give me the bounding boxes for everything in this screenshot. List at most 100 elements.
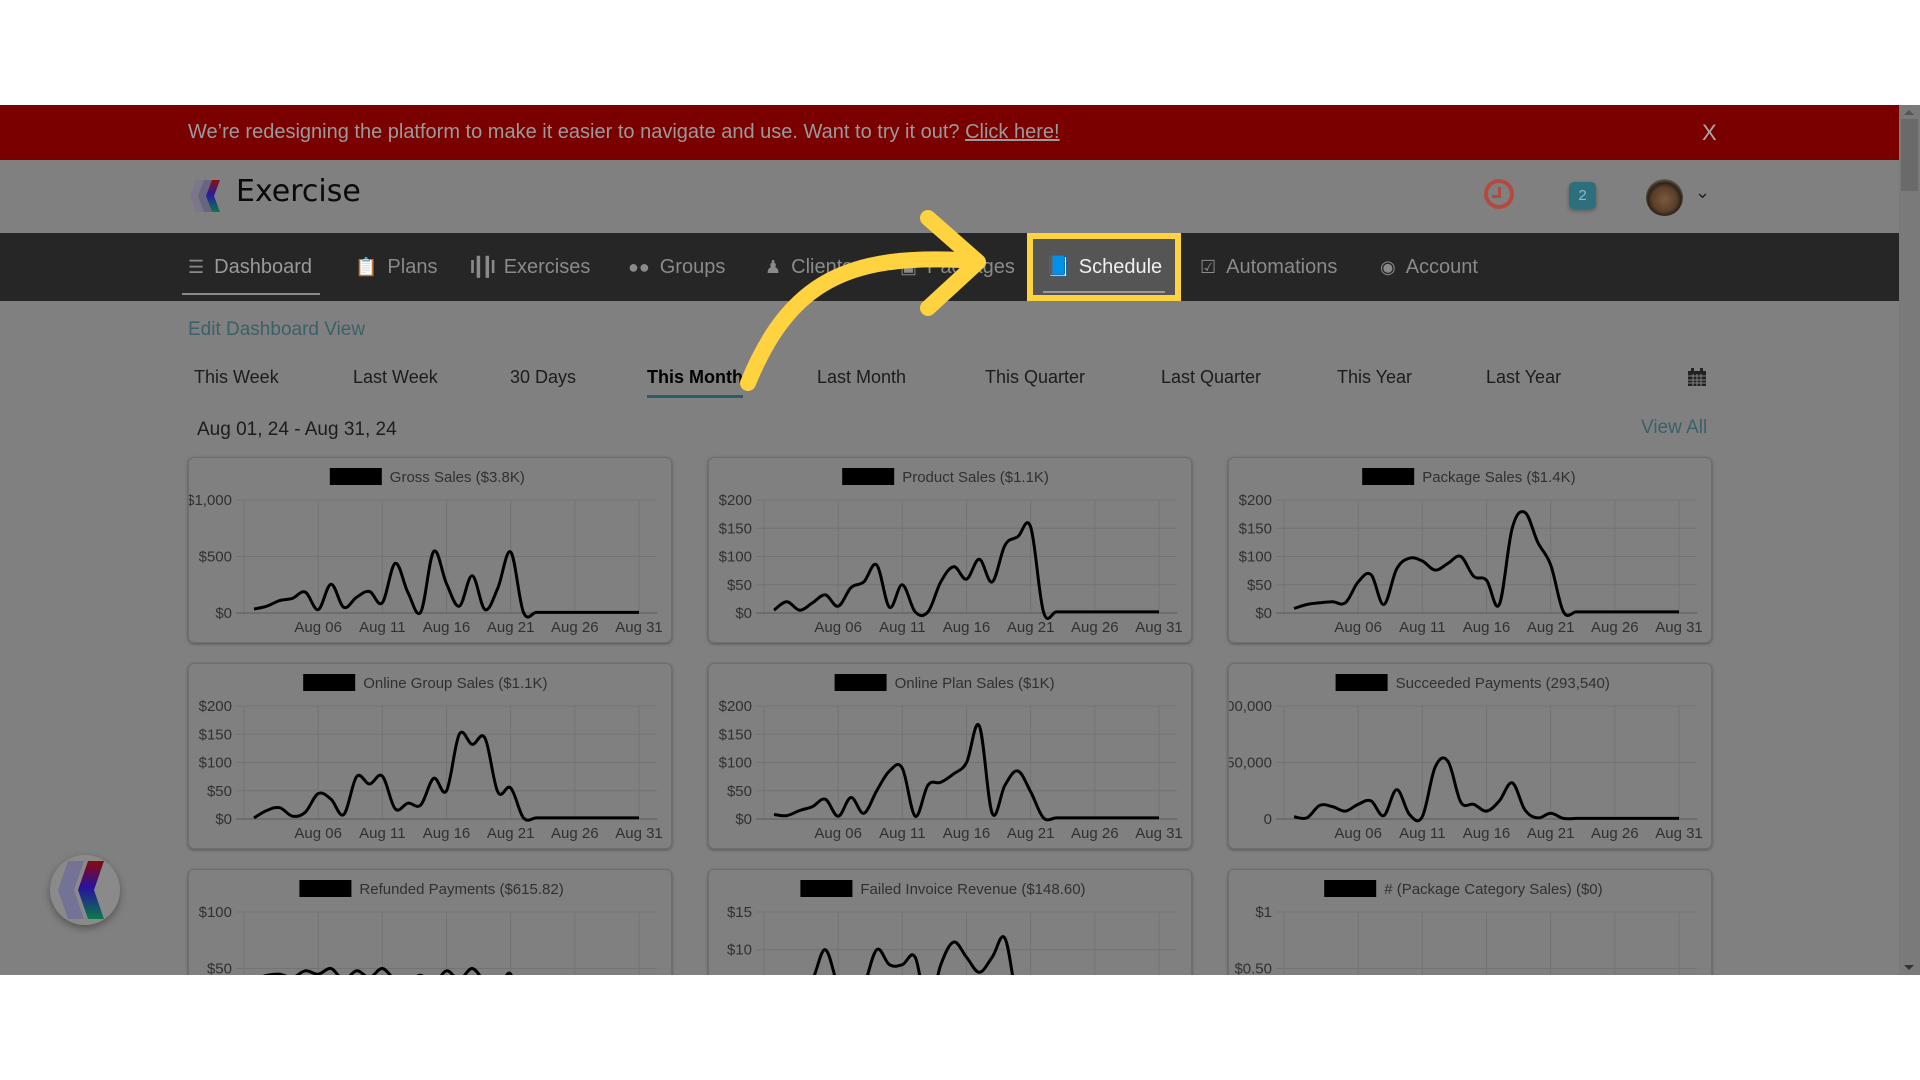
y-tick-label: $50 — [727, 783, 752, 800]
brand-logo-icon — [58, 861, 104, 919]
line-chart: Online Group Sales ($1.1K) $0 $50 $100 $150 $… — [199, 674, 663, 842]
y-tick-label: 100,000 — [1229, 698, 1272, 715]
x-tick-label: Aug 06 — [294, 825, 342, 842]
range-last-week[interactable]: Last Week — [353, 367, 438, 388]
y-tick-label: $0 — [735, 811, 752, 828]
chart-card: Product Sales ($1.1K) $0 $50 $100 $150 $200 Au… — [708, 457, 1192, 643]
clock-icon[interactable] — [1484, 179, 1514, 209]
y-tick-label: $0.50 — [1234, 961, 1272, 976]
x-tick-label: Aug 26 — [551, 825, 599, 842]
checkbox-icon: ☑ — [1200, 257, 1217, 277]
range-30-days[interactable]: 30 Days — [510, 367, 576, 388]
nav-label: Clients — [791, 256, 853, 278]
y-tick-label: $100 — [199, 755, 232, 772]
line-chart: Refunded Payments ($615.82) $50 $100 — [199, 880, 657, 975]
user-avatar[interactable] — [1646, 179, 1683, 216]
y-tick-label: $1,000 — [189, 492, 232, 509]
x-tick-label: Aug 21 — [1007, 619, 1055, 636]
user-circle-icon: ◉ — [1380, 257, 1396, 277]
chart-card: # (Package Category Sales) ($0) $0.50 $1 — [1228, 869, 1712, 975]
nav-item-exercises[interactable]: I┃┃I Exercises — [470, 233, 590, 301]
nav-item-automations[interactable]: ☑ Automations — [1200, 233, 1337, 301]
x-tick-label: Aug 06 — [294, 619, 342, 636]
nav-item-clients[interactable]: ♟ Clients — [765, 233, 852, 301]
line-chart: # (Package Category Sales) ($0) $0.50 $1 — [1234, 880, 1697, 976]
x-tick-label: Aug 16 — [1463, 825, 1511, 842]
users-icon: ●● — [628, 257, 650, 277]
banner-link[interactable]: Click here! — [965, 121, 1059, 143]
x-tick-label: Aug 31 — [615, 619, 663, 636]
x-tick-label: Aug 16 — [943, 619, 991, 636]
y-tick-label: $50 — [1247, 577, 1272, 594]
chart-card: Succeeded Payments (293,540) 0 50,000 100,0… — [1228, 663, 1712, 849]
nav-label: Plans — [387, 256, 438, 278]
vertical-scrollbar[interactable] — [1899, 105, 1920, 975]
range-this-month[interactable]: This Month — [647, 367, 743, 398]
legend-swatch — [800, 880, 853, 897]
y-tick-label: $500 — [199, 549, 232, 566]
nav-label: Packages — [927, 256, 1015, 278]
scroll-down-arrow[interactable] — [1904, 965, 1914, 970]
chevron-down-icon[interactable]: ⌄ — [1695, 182, 1710, 203]
y-tick-label: $50 — [727, 577, 752, 594]
nav-item-packages[interactable]: ▣ Packages — [900, 233, 1015, 301]
nav-item-schedule[interactable]: 📘 Schedule — [1027, 233, 1181, 301]
view-all-link[interactable]: View All — [1641, 417, 1707, 439]
legend-swatch — [1362, 468, 1415, 485]
chart-title: Failed Invoice Revenue ($148.60) — [860, 881, 1085, 898]
x-tick-label: Aug 16 — [943, 825, 991, 842]
nav-item-account[interactable]: ◉ Account — [1380, 233, 1478, 301]
legend-swatch — [303, 674, 356, 691]
range-last-month[interactable]: Last Month — [817, 367, 906, 388]
notification-badge[interactable]: 2 — [1569, 182, 1596, 209]
scroll-up-arrow[interactable] — [1904, 110, 1914, 115]
x-tick-label: Aug 31 — [615, 825, 663, 842]
line-chart: Succeeded Payments (293,540) 0 50,000 100,0… — [1229, 674, 1703, 842]
nav-item-dashboard[interactable]: ☰ Dashboard — [188, 233, 312, 301]
active-tab-indicator — [182, 293, 320, 295]
chart-card: Failed Invoice Revenue ($148.60) $10 $15 — [708, 869, 1192, 975]
x-tick-label: Aug 26 — [1071, 619, 1119, 636]
range-this-year[interactable]: This Year — [1337, 367, 1412, 388]
brand-name: Exercise — [236, 174, 361, 209]
scrollbar-thumb[interactable] — [1901, 119, 1918, 191]
chart-title: Succeeded Payments (293,540) — [1396, 675, 1610, 692]
x-tick-label: Aug 31 — [1655, 619, 1703, 636]
announcement-banner: We’re redesigning the platform to make i… — [0, 105, 1899, 160]
x-tick-label: Aug 11 — [879, 619, 925, 636]
y-tick-label: $100 — [719, 755, 752, 772]
range-this-week[interactable]: This Week — [194, 367, 279, 388]
selected-date-range: Aug 01, 24 - Aug 31, 24 — [197, 419, 397, 440]
y-tick-label: 0 — [1264, 811, 1272, 828]
nav-label: Account — [1405, 256, 1478, 278]
y-tick-label: $0 — [215, 811, 232, 828]
banner-message: We’re redesigning the platform to make i… — [188, 105, 1060, 160]
x-tick-label: Aug 21 — [1007, 825, 1055, 842]
legend-swatch — [1335, 674, 1388, 691]
edit-dashboard-link[interactable]: Edit Dashboard View — [188, 319, 365, 341]
x-tick-label: Aug 11 — [1399, 619, 1445, 636]
range-last-quarter[interactable]: Last Quarter — [1161, 367, 1261, 388]
range-this-quarter[interactable]: This Quarter — [985, 367, 1085, 388]
legend-swatch — [299, 880, 352, 897]
y-tick-label: $100 — [199, 904, 232, 921]
x-tick-label: Aug 26 — [1591, 825, 1639, 842]
y-tick-label: $10 — [727, 942, 752, 959]
banner-close-button[interactable]: X — [1702, 105, 1717, 160]
calendar-icon[interactable] — [1687, 367, 1707, 387]
x-tick-label: Aug 11 — [359, 619, 405, 636]
nav-item-groups[interactable]: ●● Groups — [628, 233, 725, 301]
app-viewport: We’re redesigning the platform to make i… — [0, 105, 1920, 975]
legend-swatch — [329, 468, 382, 485]
x-tick-label: Aug 06 — [1334, 619, 1382, 636]
top-header: Exercise 2 ⌄ — [0, 160, 1899, 233]
range-last-year[interactable]: Last Year — [1486, 367, 1561, 388]
y-tick-label: $200 — [719, 492, 752, 509]
y-tick-label: 50,000 — [1229, 755, 1272, 772]
help-launcher-button[interactable] — [50, 855, 120, 925]
nav-item-plans[interactable]: 📋 Plans — [355, 233, 437, 301]
x-tick-label: Aug 16 — [423, 619, 471, 636]
line-chart: Gross Sales ($3.8K) $0 $500 $1,000 Aug 06 Aug… — [189, 468, 663, 636]
book-icon: 📘 — [1045, 256, 1071, 278]
nav-label: Schedule — [1078, 256, 1163, 278]
